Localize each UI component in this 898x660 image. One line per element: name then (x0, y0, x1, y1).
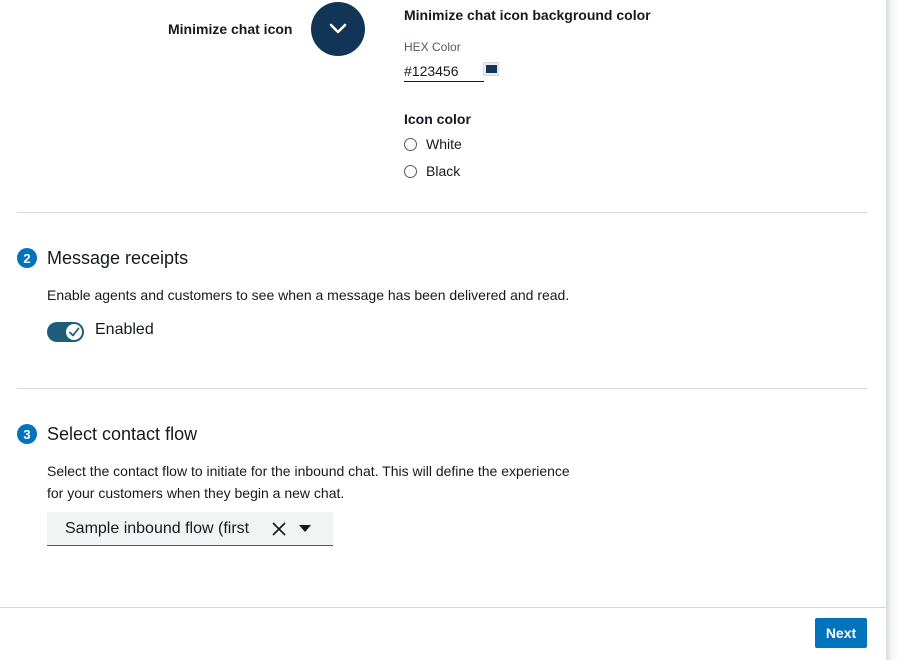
minimize-chat-icon-label: Minimize chat icon (168, 21, 293, 37)
contact-flow-selected-value: Sample inbound flow (first (65, 519, 250, 537)
chevron-down-icon (329, 23, 347, 34)
checkmark-icon (69, 327, 80, 337)
message-receipts-title: Message receipts (47, 248, 189, 268)
hex-color-label: HEX Color (404, 40, 461, 54)
contact-flow-description-line: Select the contact flow to initiate for … (47, 463, 570, 479)
radio-black-label: Black (426, 163, 461, 179)
radio-white[interactable]: White (404, 136, 462, 152)
caret-down-icon[interactable] (299, 525, 311, 532)
radio-white-label: White (426, 136, 462, 152)
contact-flow-description: Select the contact flow to initiate for … (47, 460, 607, 504)
toggle-knob (66, 324, 82, 340)
footer-divider (0, 607, 886, 608)
contact-flow-description-line: for your customers when they begin a new… (47, 485, 345, 501)
section-divider (17, 212, 867, 213)
radio-black-circle[interactable] (404, 164, 417, 178)
color-swatch-button[interactable] (483, 62, 499, 76)
radio-black[interactable]: Black (404, 163, 460, 179)
panel-edge-shadow (886, 0, 898, 660)
icon-color-title: Icon color (404, 111, 471, 127)
hex-color-input[interactable] (404, 60, 484, 82)
radio-white-circle[interactable] (404, 137, 417, 151)
minimize-chat-icon-preview (311, 2, 365, 56)
color-swatch-fill (485, 65, 497, 73)
message-receipts-toggle[interactable] (47, 322, 84, 342)
bg-color-title: Minimize chat icon background color (404, 7, 651, 23)
step-number-badge: 2 (17, 248, 37, 268)
contact-flow-title: Select contact flow (47, 424, 198, 444)
next-button[interactable]: Next (815, 618, 867, 648)
contact-flow-select[interactable]: Sample inbound flow (first (47, 512, 333, 546)
close-icon[interactable] (271, 521, 287, 537)
message-receipts-description: Enable agents and customers to see when … (47, 287, 570, 303)
section-divider (17, 388, 867, 389)
chat-customization-panel: Minimize chat icon Minimize chat icon ba… (0, 0, 886, 660)
toggle-label: Enabled (95, 321, 154, 338)
step-number-badge: 3 (17, 424, 37, 444)
